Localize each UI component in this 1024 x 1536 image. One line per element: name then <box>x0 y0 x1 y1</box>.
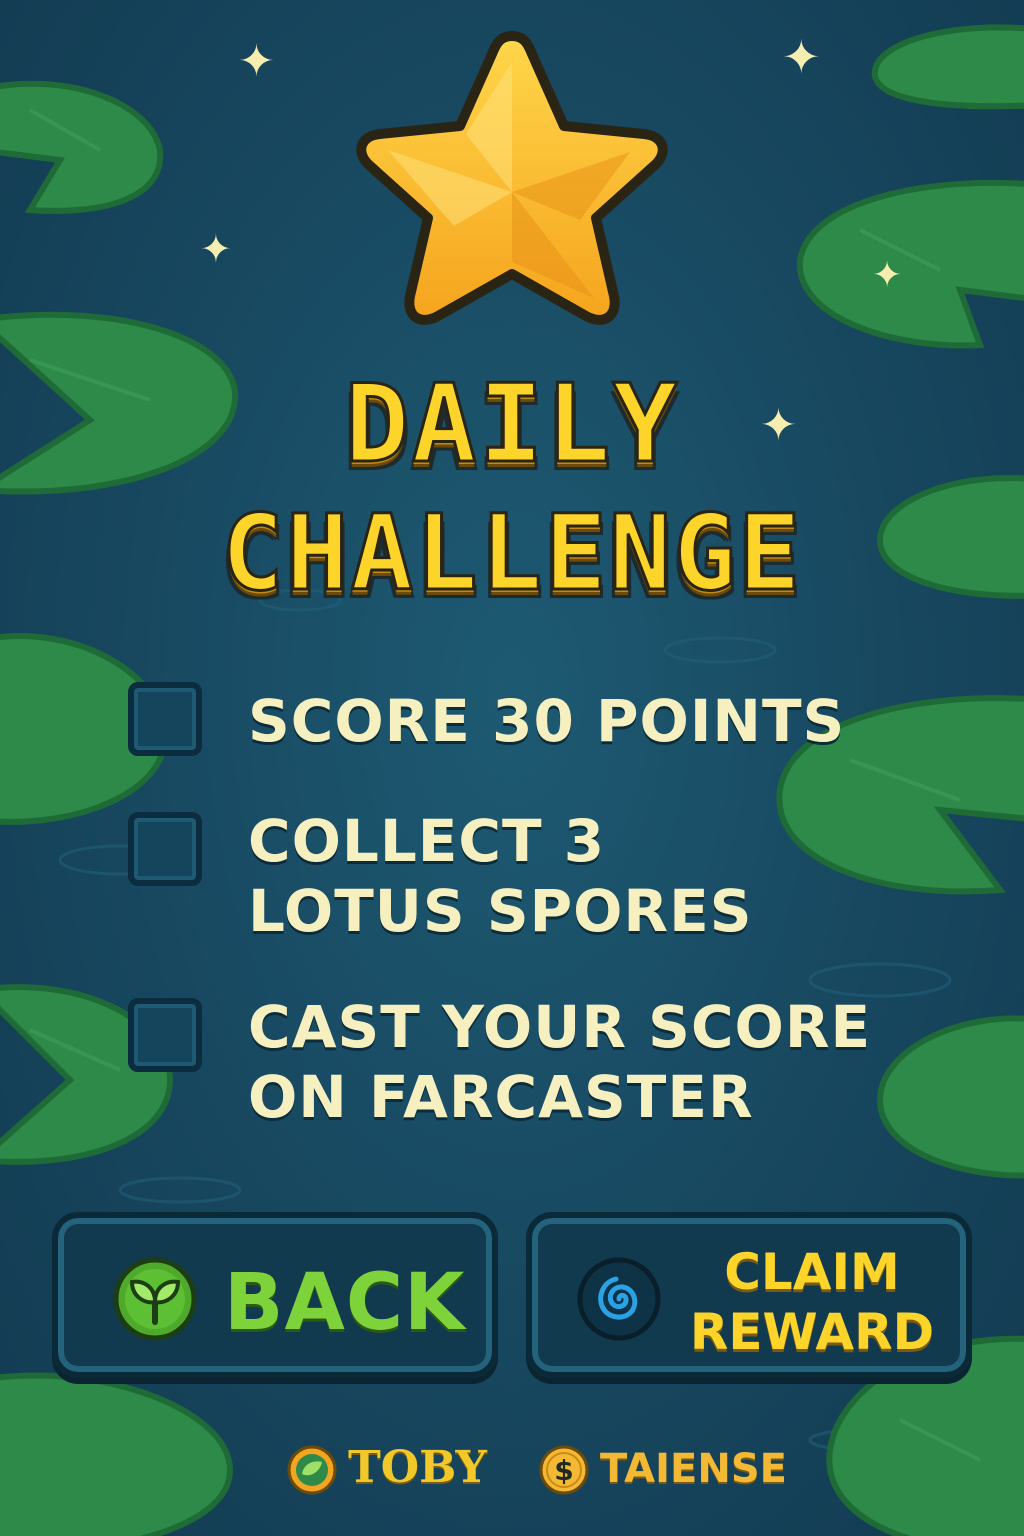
task-checkbox[interactable] <box>128 682 202 756</box>
sparkle-icon: ✦ <box>782 30 821 84</box>
sprout-icon <box>113 1257 197 1341</box>
title-daily: DAILY <box>343 361 680 489</box>
back-button-label: BACK <box>224 1258 466 1348</box>
brand-toby-name: TOBY <box>348 1442 487 1493</box>
claim-label-line1: CLAIM <box>724 1243 900 1301</box>
task-item: COLLECT 3 LOTUS SPORES <box>128 807 888 962</box>
leaf-badge-icon <box>287 1445 337 1495</box>
svg-text:$: $ <box>554 1454 573 1487</box>
star-icon <box>342 22 682 342</box>
task-item: CAST YOUR SCORE ON FARCASTER <box>128 993 888 1148</box>
sparkle-icon: ✦ <box>200 227 232 271</box>
back-button[interactable]: BACK <box>52 1212 498 1378</box>
claim-reward-button[interactable]: CLAIM REWARD <box>526 1212 972 1378</box>
title-challenge: CHALLENGE <box>220 491 803 616</box>
sparkle-icon: ✦ <box>238 36 275 87</box>
task-item: SCORE 30 POINTS <box>128 682 888 772</box>
dollar-coin-icon: $ <box>539 1445 589 1495</box>
claim-label-line2: REWARD <box>689 1303 935 1361</box>
swirl-icon <box>577 1257 661 1341</box>
task-checkbox[interactable] <box>128 998 202 1072</box>
task-label: CAST YOUR SCORE ON FARCASTER <box>248 993 872 1131</box>
task-checkbox[interactable] <box>128 812 202 886</box>
task-label: SCORE 30 POINTS <box>248 687 846 755</box>
sparkle-icon: ✦ <box>872 255 903 296</box>
claim-reward-label: CLAIM REWARD <box>682 1242 942 1362</box>
task-label: COLLECT 3 LOTUS SPORES <box>248 807 753 945</box>
brand-taiense-name: TAIENSE <box>600 1446 787 1492</box>
